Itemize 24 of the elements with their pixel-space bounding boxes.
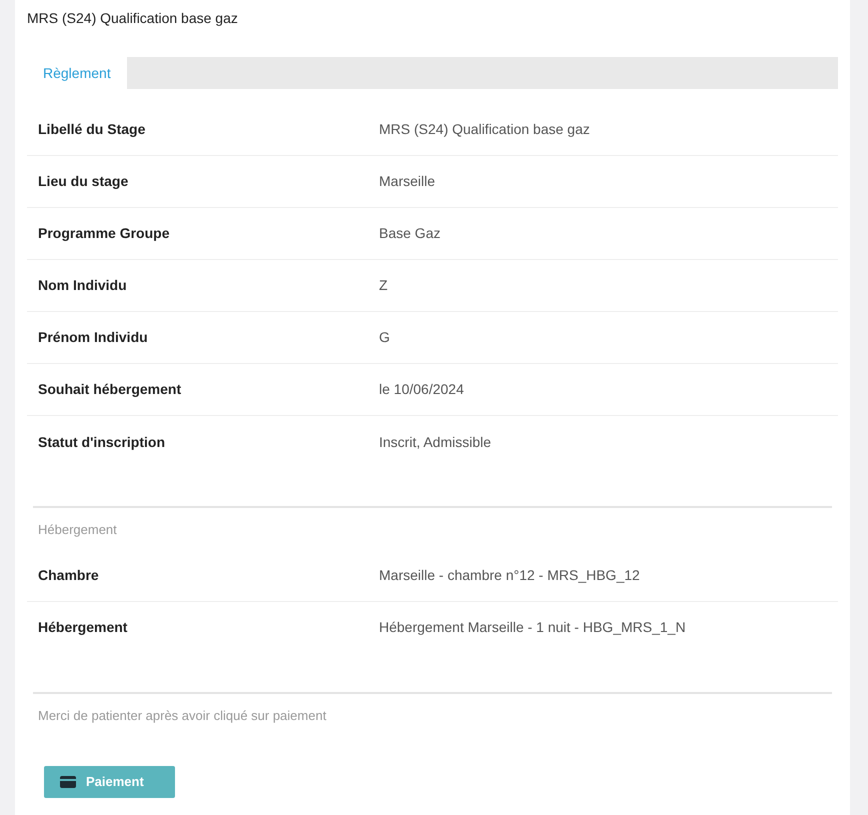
payment-button[interactable]: Paiement [44,766,175,798]
tab[interactable]: Règlement [27,57,127,89]
section-heading: Hébergement [38,521,118,539]
field-value: le 10/06/2024 [379,380,464,399]
field-label: Hébergement [37,618,128,637]
field-label: Lieu du stage [37,172,130,191]
field-value: MRS (S24) Qualification base gaz [379,120,590,139]
field-value: Hébergement Marseille - 1 nuit - HBG_MRS_1_N [379,618,686,637]
field-value: G [379,328,390,347]
field-value: Marseille - chambre n°12 - MRS_HBG_12 [379,566,640,585]
field-value: Marseille [379,172,436,191]
field-label: Programme Groupe [37,224,170,243]
field-label: Libellé du Stage [37,120,146,139]
field-value: Z [379,276,388,295]
field-label: Nom Individu [37,276,128,295]
field-label: Chambre [37,566,100,584]
field-label: Statut d'inscription [37,432,166,452]
credit-card-icon [60,776,76,788]
field-value: Inscrit, Admissible [379,432,492,452]
page-title: MRS (S24) Qualification base gaz [27,9,239,28]
field-label: Souhait hébergement [37,380,182,399]
notice-text: Merci de patienter après avoir cliqué sur paiement [38,706,328,725]
field-label: Prénom Individu [37,328,149,347]
field-value: Base Gaz [379,224,440,243]
